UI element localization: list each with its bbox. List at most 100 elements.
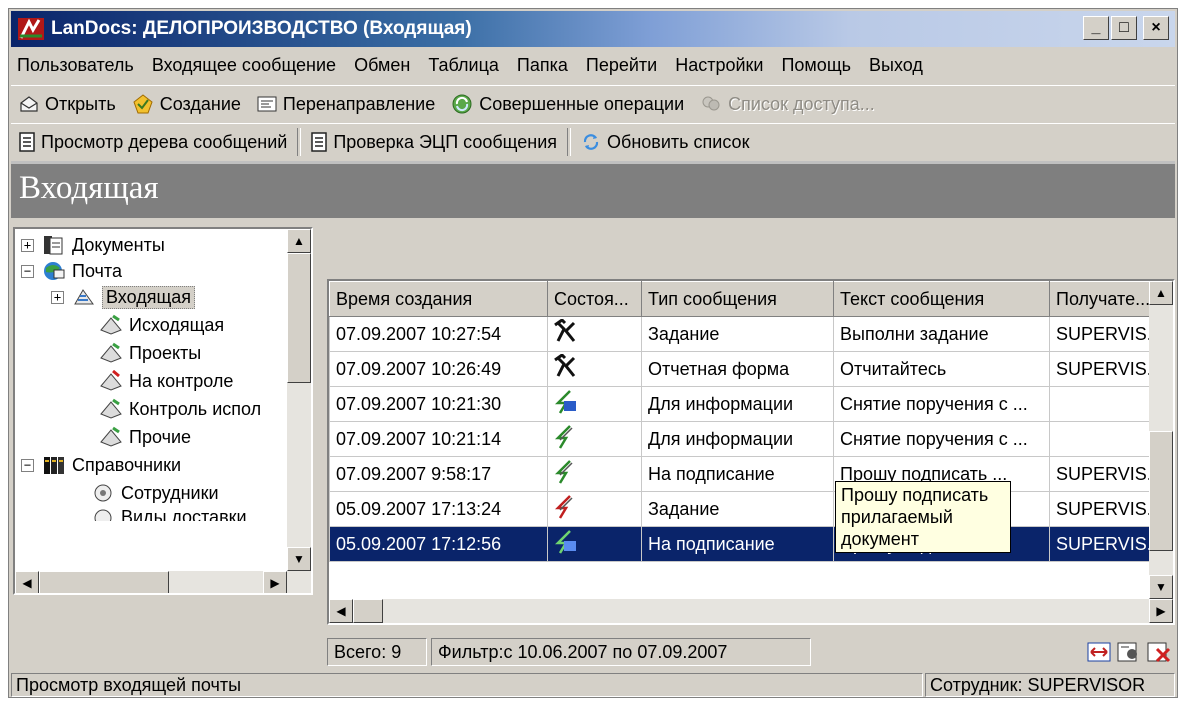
tree-item-incoming[interactable]: + Входящая xyxy=(51,285,196,309)
menu-folder[interactable]: Папка xyxy=(508,55,577,76)
status-bar: Просмотр входящей почты Сотрудник: SUPER… xyxy=(11,673,1175,697)
menu-goto[interactable]: Перейти xyxy=(577,55,666,76)
tree-item-references[interactable]: − Справочники xyxy=(21,453,181,477)
tree-label: Контроль испол xyxy=(129,398,262,419)
cell-time: 07.09.2007 10:26:49 xyxy=(329,351,548,387)
cell-time: 07.09.2007 10:27:54 xyxy=(329,316,548,352)
menu-exit[interactable]: Выход xyxy=(860,55,932,76)
open-button[interactable]: Открыть xyxy=(11,88,124,120)
table-row[interactable]: 07.09.2007 10:21:30 Для информации Сняти… xyxy=(329,386,1169,422)
cell-type: Отчетная форма xyxy=(641,351,834,387)
redirect-button[interactable]: Перенаправление xyxy=(249,88,443,120)
table-row-selected[interactable]: 05.09.2007 17:12:56 На подписание Прошу … xyxy=(329,526,1169,562)
tree-item-control[interactable]: На контроле xyxy=(99,369,233,393)
scroll-up-button[interactable]: ▲ xyxy=(287,229,311,253)
toolbar-view: Просмотр дерева сообщений Проверка ЭЦП с… xyxy=(11,123,1175,160)
status-message: Просмотр входящей почты xyxy=(11,673,923,697)
maximize-button[interactable]: □ xyxy=(1111,16,1137,40)
scroll-thumb[interactable] xyxy=(39,571,169,593)
menu-settings[interactable]: Настройки xyxy=(666,55,772,76)
cell-type: Для информации xyxy=(641,421,834,457)
operations-label: Совершенные операции xyxy=(479,93,685,114)
scroll-left-button[interactable]: ◀ xyxy=(15,571,39,593)
scroll-thumb[interactable] xyxy=(353,599,383,623)
clear-filter-icon[interactable] xyxy=(1147,641,1171,663)
menu-user[interactable]: Пользователь xyxy=(11,55,143,76)
other-folder-icon xyxy=(100,426,122,447)
tree-item-cut[interactable]: Виды доставки xyxy=(91,507,247,521)
status-employee: Сотрудник: SUPERVISOR xyxy=(925,673,1175,697)
scroll-down-button[interactable]: ▼ xyxy=(287,547,311,571)
cell-state xyxy=(547,351,642,387)
cell-state xyxy=(547,316,642,352)
tree-item-outgoing[interactable]: Исходящая xyxy=(99,313,224,337)
scroll-right-button[interactable]: ▶ xyxy=(263,571,287,593)
collapse-icon[interactable]: − xyxy=(21,264,34,278)
close-button[interactable]: × xyxy=(1143,16,1169,40)
document-list-icon xyxy=(19,132,35,152)
find-icon[interactable] xyxy=(1117,641,1141,663)
tree-item-documents[interactable]: + Документы xyxy=(21,233,165,257)
minimize-button[interactable]: _ xyxy=(1083,16,1109,40)
tree-item-employees[interactable]: Сотрудники xyxy=(91,481,219,505)
tree-item-mail[interactable]: − Почта xyxy=(21,259,122,283)
cell-state xyxy=(547,421,642,457)
minimize-icon: _ xyxy=(1091,19,1101,36)
column-header-time[interactable]: Время создания xyxy=(329,281,548,317)
filter-info: Фильтр:с 10.06.2007 по 07.09.2007 xyxy=(431,638,811,666)
tree-label: Сотрудники xyxy=(121,482,219,503)
table-row[interactable]: 07.09.2007 10:21:14 Для информации Сняти… xyxy=(329,421,1169,457)
menu-help[interactable]: Помощь xyxy=(772,55,860,76)
cell-type: На подписание xyxy=(641,526,834,562)
lightning-red-icon xyxy=(554,494,573,519)
menu-exchange[interactable]: Обмен xyxy=(345,55,419,76)
access-list-button[interactable]: Список доступа... xyxy=(692,88,883,120)
grid-horizontal-scrollbar[interactable]: ◀ ▶ xyxy=(329,599,1173,623)
projects-folder-icon xyxy=(100,342,122,363)
create-button[interactable]: Создание xyxy=(124,88,249,120)
refresh-button[interactable]: Обновить список xyxy=(573,126,757,158)
check-signature-button[interactable]: Проверка ЭЦП сообщения xyxy=(303,126,565,158)
table-row[interactable]: 07.09.2007 9:58:17 На подписание Прошу п… xyxy=(329,456,1169,492)
tree-item-other[interactable]: Прочие xyxy=(99,425,191,449)
table-header-row: Время создания Состоя... Тип сообщения Т… xyxy=(329,281,1169,317)
tree-horizontal-scrollbar[interactable]: ◀ ▶ xyxy=(15,571,311,593)
tree-label: Справочники xyxy=(72,454,182,475)
cell-type: Для информации xyxy=(641,386,834,422)
operations-button[interactable]: Совершенные операции xyxy=(443,88,692,120)
column-header-state[interactable]: Состоя... xyxy=(547,281,642,317)
column-header-type[interactable]: Тип сообщения xyxy=(641,281,834,317)
cell-time: 07.09.2007 10:21:14 xyxy=(329,421,548,457)
menu-table[interactable]: Таблица xyxy=(419,55,508,76)
tree-vertical-scrollbar[interactable]: ▲ ▼ xyxy=(287,229,311,571)
tree-item-exec-control[interactable]: Контроль испол xyxy=(99,397,261,421)
scroll-left-button[interactable]: ◀ xyxy=(329,599,353,623)
menu-bar: Пользователь Входящее сообщение Обмен Та… xyxy=(11,49,1175,81)
expand-icon[interactable]: + xyxy=(51,290,64,304)
cell-text: Снятие поручения с ... xyxy=(833,421,1050,457)
table-row[interactable]: 07.09.2007 10:27:54 Задание Выполни зада… xyxy=(329,316,1169,352)
grid-vertical-scrollbar[interactable]: ▲ ▼ xyxy=(1149,281,1173,599)
scroll-right-button[interactable]: ▶ xyxy=(1149,599,1173,623)
scroll-thumb[interactable] xyxy=(287,253,311,383)
scroll-up-button[interactable]: ▲ xyxy=(1149,281,1173,305)
cell-type: На подписание xyxy=(641,456,834,492)
mail-icon xyxy=(44,262,65,280)
tree-label-selected: Входящая xyxy=(102,285,196,309)
tree-view-button[interactable]: Просмотр дерева сообщений xyxy=(11,126,295,158)
tree-label: Проекты xyxy=(129,342,202,363)
grid-status-bar: Всего: 9 Фильтр:с 10.06.2007 по 07.09.20… xyxy=(327,635,1175,669)
scroll-thumb[interactable] xyxy=(1149,431,1173,551)
table-row[interactable]: 07.09.2007 10:26:49 Отчетная форма Отчит… xyxy=(329,351,1169,387)
scroll-down-button[interactable]: ▼ xyxy=(1149,575,1173,599)
toolbar-separator xyxy=(567,128,572,156)
collapse-icon[interactable]: − xyxy=(21,458,34,472)
menu-incoming-message[interactable]: Входящее сообщение xyxy=(143,55,345,76)
table-row[interactable]: 05.09.2007 17:13:24 Задание SUPERVIS... xyxy=(329,491,1169,527)
folder-title: Входящая xyxy=(19,170,159,206)
tree-item-projects[interactable]: Проекты xyxy=(99,341,201,365)
create-star-icon xyxy=(133,94,153,114)
fit-columns-icon[interactable] xyxy=(1087,641,1111,663)
expand-icon[interactable]: + xyxy=(21,238,34,252)
column-header-text[interactable]: Текст сообщения xyxy=(833,281,1050,317)
